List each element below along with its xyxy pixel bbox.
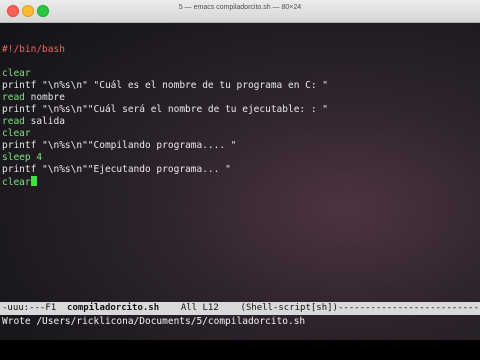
code-token: clear bbox=[2, 128, 31, 139]
code-token: "\n%s\n""Compilando programa.... " bbox=[42, 140, 237, 151]
code-line[interactable]: read nombre bbox=[2, 92, 478, 104]
terminal-window: 5 — emacs compiladorcito.sh — 80×24 #!/b… bbox=[0, 0, 480, 360]
code-line[interactable] bbox=[2, 56, 478, 68]
code-line[interactable]: clear bbox=[2, 68, 478, 80]
code-token: nombre bbox=[24, 92, 65, 103]
code-line[interactable]: clear bbox=[2, 176, 478, 188]
modeline-buffer-name: compiladorcito.sh bbox=[67, 303, 160, 313]
editor-buffer[interactable]: #!/bin/bash clear printf "\n%s\n" "Cuál es… bbox=[2, 44, 478, 188]
code-line[interactable]: printf "\n%s\n" "Cuál es el nombre de tu… bbox=[2, 80, 478, 92]
echo-area-message: Wrote /Users/ricklicona/Documents/5/comp… bbox=[2, 316, 306, 327]
code-token: printf bbox=[2, 164, 43, 175]
code-token: sleep 4 bbox=[2, 152, 43, 163]
code-token: "\n%s\n""Cuál será el nombre de tu ejecu… bbox=[42, 104, 329, 115]
text-cursor bbox=[30, 176, 37, 186]
code-token: printf bbox=[2, 104, 43, 115]
code-token: printf bbox=[2, 80, 43, 91]
code-token: salida bbox=[24, 116, 65, 127]
code-token: clear bbox=[2, 177, 31, 188]
code-token: "\n%s\n""Ejecutando programa... " bbox=[42, 164, 231, 175]
code-line[interactable]: read salida bbox=[2, 116, 478, 128]
code-token: "\n%s\n" "Cuál es el nombre de tu progra… bbox=[42, 80, 329, 91]
modeline-fill: ----------------------------------------… bbox=[337, 303, 480, 313]
code-line[interactable]: printf "\n%s\n""Ejecutando programa... " bbox=[2, 164, 478, 176]
modeline-status: -uuu:---F1 bbox=[2, 303, 68, 313]
code-line[interactable]: sleep 4 bbox=[2, 152, 478, 164]
modeline-position: All L12 bbox=[159, 303, 219, 313]
mode-line: -uuu:---F1 compiladorcito.sh All L12 (Sh… bbox=[0, 302, 480, 315]
code-token: read bbox=[2, 92, 25, 103]
code-token: read bbox=[2, 116, 25, 127]
code-token: clear bbox=[2, 68, 31, 79]
code-line[interactable]: printf "\n%s\n""Compilando programa.... … bbox=[2, 140, 478, 152]
modeline-mode: (Shell-script[sh]) bbox=[218, 303, 338, 313]
code-token: printf bbox=[2, 140, 43, 151]
title-bar: 5 — emacs compiladorcito.sh — 80×24 bbox=[0, 0, 480, 23]
bottom-strip bbox=[0, 340, 480, 360]
code-line[interactable]: printf "\n%s\n""Cuál será el nombre de t… bbox=[2, 104, 478, 116]
code-token: #!/bin/bash bbox=[2, 44, 65, 55]
code-line[interactable]: #!/bin/bash bbox=[2, 44, 478, 56]
window-title: 5 — emacs compiladorcito.sh — 80×24 bbox=[178, 4, 302, 11]
code-line[interactable]: clear bbox=[2, 128, 478, 140]
